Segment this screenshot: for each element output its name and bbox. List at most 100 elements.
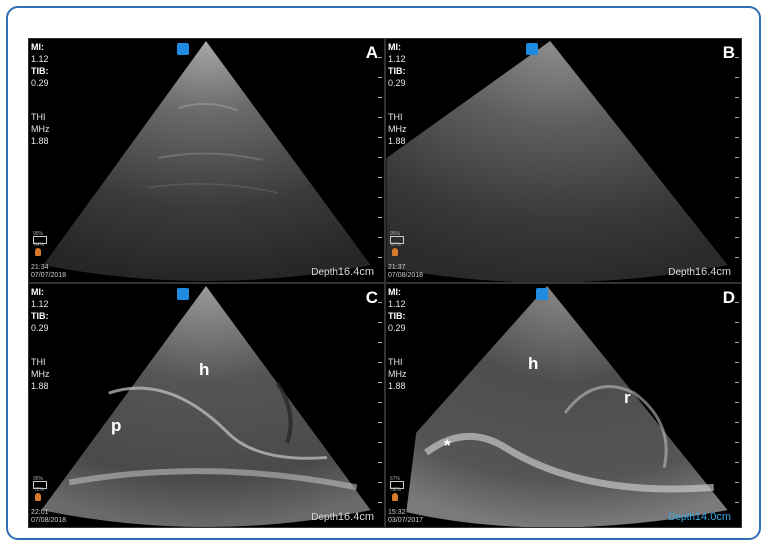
annotation-asterisk: * — [444, 436, 451, 455]
scale-tick — [735, 217, 739, 218]
scale-tick — [378, 157, 382, 158]
mhz-value: 1.88 — [31, 381, 49, 391]
depth-value: 16.4cm — [337, 511, 374, 523]
scale-tick — [735, 97, 739, 98]
date: 03/07/2017 — [388, 517, 424, 524]
scale-tick — [735, 77, 739, 78]
params-b: MI: 1.12 TIB: 0.29 THI MHz 1.88 — [388, 41, 407, 147]
params-a: MI: 1.12 TIB: 0.29 THI MHz 1.88 — [31, 41, 50, 147]
params-d: MI: 1.12 TIB: 0.29 THI MHz 1.88 — [388, 286, 407, 392]
depth-label: Depth — [311, 267, 338, 278]
power-label: 52% — [391, 487, 402, 493]
scale-tick — [378, 77, 382, 78]
scale-tick — [378, 97, 382, 98]
depth-value: 14.0cm — [694, 511, 731, 523]
depth-label: Depth — [668, 267, 695, 278]
scale-tick — [378, 237, 382, 238]
mi-value: 1.12 — [388, 299, 406, 309]
probe-icon — [526, 43, 538, 55]
annotation-p: p — [111, 416, 122, 435]
scale-tick — [378, 322, 382, 323]
scale-tick — [378, 57, 382, 58]
mi-label: MI: — [31, 42, 44, 52]
scale-tick — [735, 177, 739, 178]
depth-scale — [733, 302, 739, 512]
mhz-label: MHz — [388, 369, 407, 379]
scale-tick — [735, 342, 739, 343]
depth-label: Depth — [668, 512, 695, 523]
scale-tick — [378, 482, 382, 483]
scale-tick — [378, 217, 382, 218]
mi-value: 1.12 — [31, 54, 49, 64]
time: 15:32 — [388, 509, 406, 516]
mhz-label: MHz — [31, 124, 50, 134]
tib-value: 0.29 — [31, 78, 49, 88]
tib-value: 0.29 — [388, 78, 406, 88]
depth-scale — [376, 302, 382, 512]
scale-tick — [735, 482, 739, 483]
scale-tick — [735, 442, 739, 443]
mi-label: MI: — [31, 287, 44, 297]
scale-tick — [378, 177, 382, 178]
scale-tick — [735, 462, 739, 463]
mi-label: MI: — [388, 42, 401, 52]
sector-image-b — [386, 40, 728, 282]
depth-value: 16.4cm — [337, 266, 374, 278]
annotation-h: h — [528, 354, 539, 373]
date: 07/08/2018 — [31, 517, 67, 524]
scale-tick — [378, 117, 382, 118]
tib-label: TIB: — [31, 66, 49, 76]
time: 22:01 — [31, 509, 49, 516]
sector-image-d — [406, 285, 728, 527]
power-icon — [35, 248, 41, 256]
probe-icon — [177, 288, 189, 300]
timestamp-c: 22:01 07/08/2018 — [31, 509, 66, 525]
mhz-value: 1.88 — [388, 381, 406, 391]
depth-d: Depth14.0cm — [668, 511, 731, 523]
date: 07/07/2018 — [31, 272, 67, 279]
thi-label: THI — [31, 357, 46, 367]
power-icon — [392, 493, 398, 501]
tib-value: 0.29 — [388, 323, 406, 333]
power-icon — [35, 493, 41, 501]
depth-label: Depth — [311, 512, 338, 523]
scale-tick — [735, 302, 739, 303]
panel-a: MI: 1.12 TIB: 0.29 THI MHz 1.88 95% 64% … — [28, 38, 385, 283]
mhz-value: 1.88 — [388, 136, 406, 146]
depth-scale — [376, 57, 382, 267]
scale-tick — [378, 257, 382, 258]
sector-image-c — [41, 285, 371, 527]
scale-tick — [735, 197, 739, 198]
scale-tick — [735, 157, 739, 158]
scale-tick — [378, 402, 382, 403]
scale-tick — [735, 362, 739, 363]
scale-tick — [735, 502, 739, 503]
scale-tick — [378, 342, 382, 343]
power-label: 72% — [34, 487, 45, 493]
timestamp-b: 21:37 07/08/2018 — [388, 264, 423, 280]
probe-icon — [536, 288, 548, 300]
mhz-value: 1.88 — [31, 136, 49, 146]
probe-icon — [177, 43, 189, 55]
panel-c: MI: 1.12 TIB: 0.29 THI MHz 1.88 h p 95% … — [28, 283, 385, 528]
time: 21:34 — [31, 264, 49, 271]
params-c: MI: 1.12 TIB: 0.29 THI MHz 1.88 — [31, 286, 50, 392]
scale-tick — [378, 442, 382, 443]
depth-c: Depth16.4cm — [311, 511, 374, 523]
thi-label: THI — [31, 112, 46, 122]
scale-tick — [378, 422, 382, 423]
tib-label: TIB: — [388, 66, 406, 76]
mi-value: 1.12 — [388, 54, 406, 64]
scale-tick — [735, 57, 739, 58]
ultrasound-grid: MI: 1.12 TIB: 0.29 THI MHz 1.88 95% 64% … — [28, 38, 742, 528]
scale-tick — [735, 422, 739, 423]
scale-tick — [735, 117, 739, 118]
scale-tick — [735, 237, 739, 238]
scale-tick — [735, 382, 739, 383]
scale-tick — [378, 362, 382, 363]
mi-label: MI: — [388, 287, 401, 297]
panel-b: MI: 1.12 TIB: 0.29 THI MHz 1.88 95% 67% … — [385, 38, 742, 283]
power-label: 64% — [34, 242, 45, 248]
depth-value: 16.4cm — [694, 266, 731, 278]
scale-tick — [735, 257, 739, 258]
